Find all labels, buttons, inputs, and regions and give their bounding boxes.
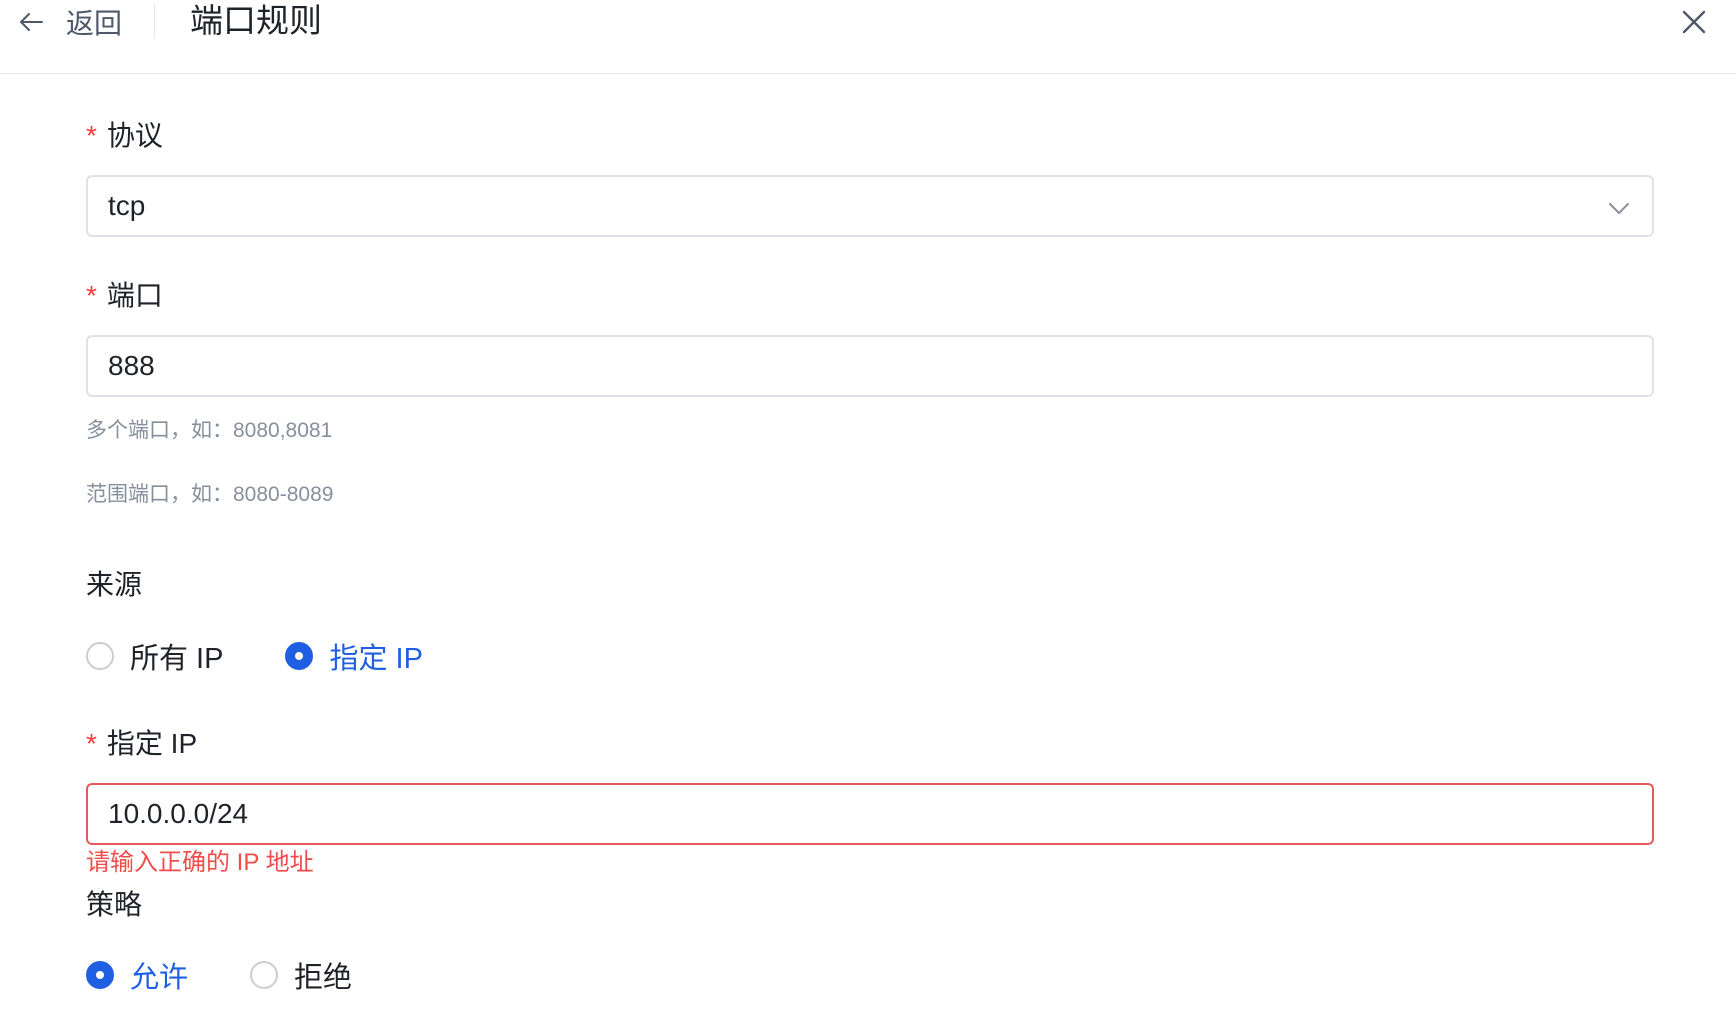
port-label-text: 端口 [106,280,163,311]
header-divider [154,4,155,38]
page-title: 端口规则 [190,2,322,39]
port-value: 888 [108,350,155,381]
radio-label: 拒绝 [294,962,353,994]
port-rule-page: 返回 端口规则 * 协议 tcp * 端口 888 多个端口，如：8080,8081… [0,0,1736,1028]
radio-label: 所有 IP [130,643,224,675]
policy-radio-group: 允许 拒绝 [86,955,414,995]
specified-ip-error: 请输入正确的 IP 地址 [86,849,314,876]
required-mark: * [86,280,97,311]
close-button[interactable] [1676,4,1712,40]
source-label: 来源 [86,569,143,600]
source-option-specified-ip[interactable]: 指定 IP [285,635,423,677]
port-input[interactable]: 888 [86,335,1654,397]
close-icon [1682,10,1706,34]
arrow-left-icon [20,13,43,31]
port-hint-multi: 多个端口，如：8080,8081 [86,419,333,442]
source-option-all-ip[interactable]: 所有 IP [86,635,223,677]
port-label: * 端口 [86,278,163,314]
required-mark: * [86,120,97,151]
protocol-label: * 协议 [86,118,163,154]
source-radio-group: 所有 IP 指定 IP [86,636,485,676]
protocol-select[interactable]: tcp [86,175,1654,237]
back-label: 返回 [66,8,123,39]
radio-label: 允许 [130,962,189,994]
policy-option-deny[interactable]: 拒绝 [250,954,352,996]
back-button[interactable]: 返回 [16,2,122,42]
policy-label: 策略 [86,889,143,920]
required-mark: * [86,728,97,759]
specified-ip-value: 10.0.0.0/24 [108,798,249,829]
radio-circle [86,961,114,989]
specified-ip-label: * 指定 IP [86,726,197,762]
port-hint-range: 范围端口，如：8080-8089 [86,483,334,506]
radio-circle [285,642,314,670]
specified-ip-label-text: 指定 IP [106,728,198,759]
radio-label: 指定 IP [329,643,423,675]
radio-circle [250,961,279,989]
protocol-value: tcp [108,190,146,221]
chevron-down-icon [1609,203,1629,214]
header: 返回 端口规则 [0,0,1736,74]
specified-ip-input[interactable]: 10.0.0.0/24 [86,783,1654,845]
policy-option-allow[interactable]: 允许 [86,954,188,996]
protocol-label-text: 协议 [106,120,163,151]
radio-circle [86,642,114,670]
